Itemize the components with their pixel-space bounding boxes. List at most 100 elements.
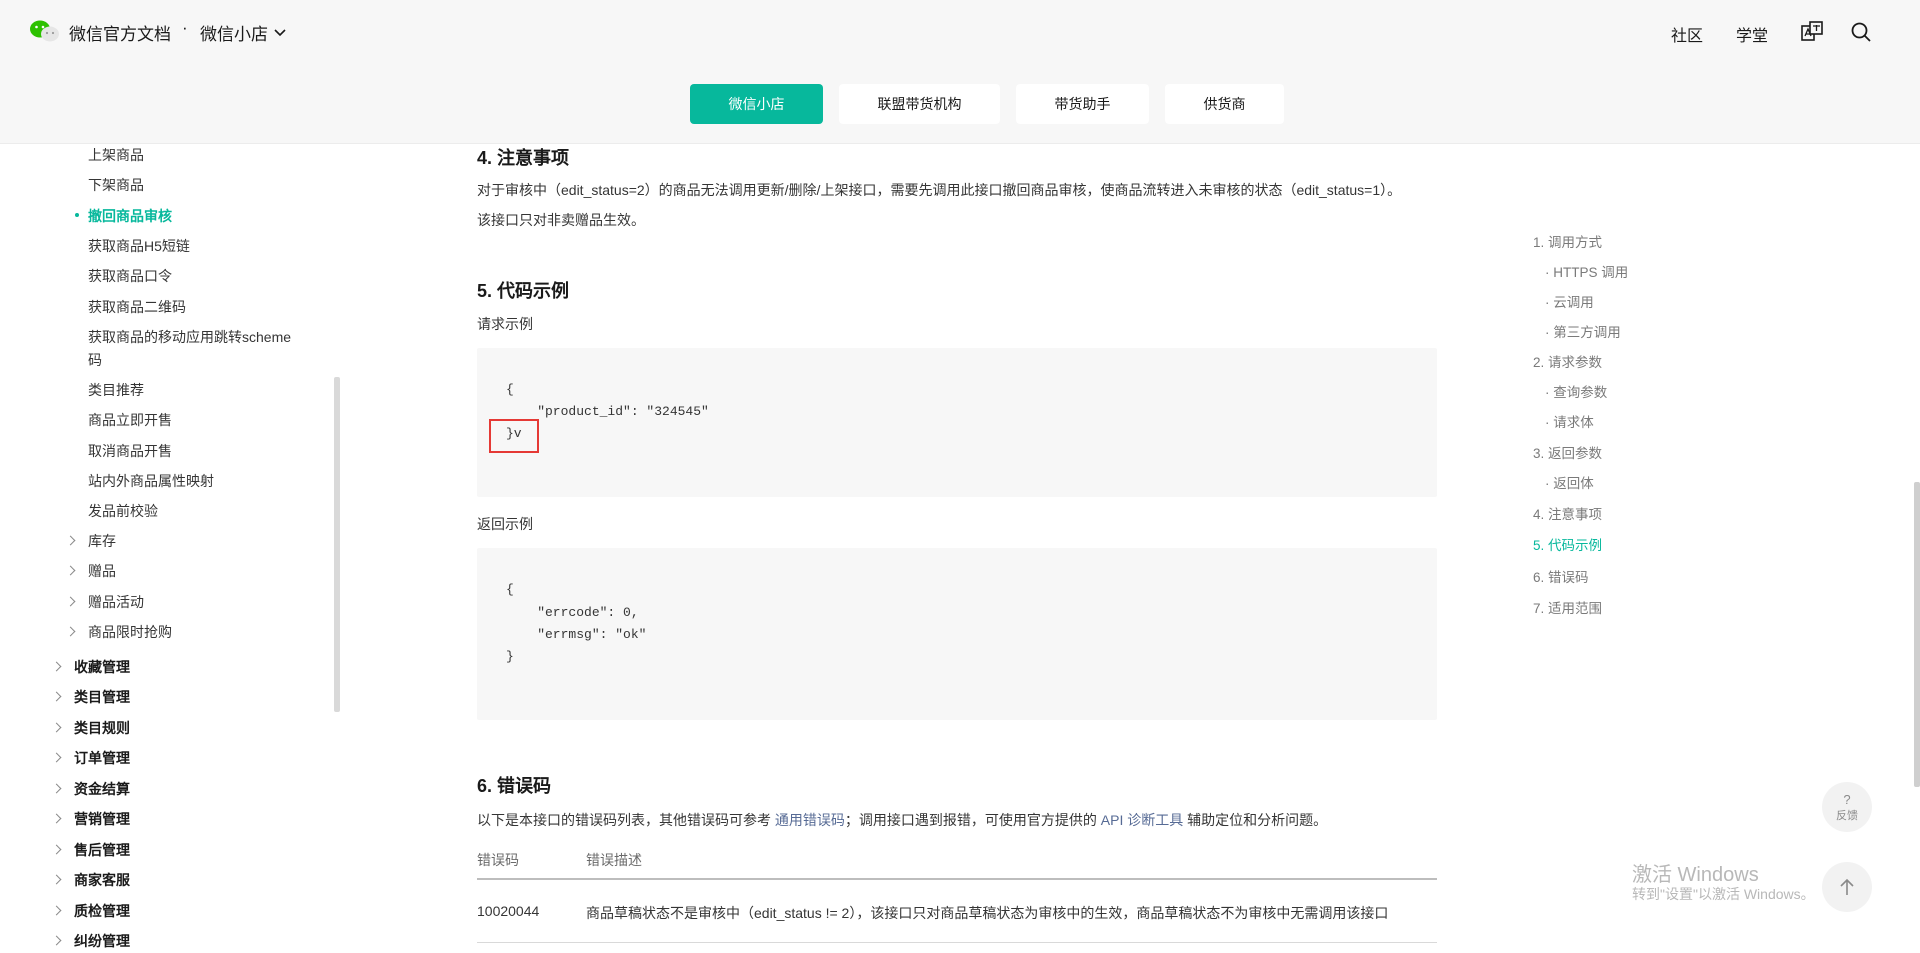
toc-item[interactable]: · 第三方调用 [1545, 321, 1621, 341]
windows-activation-title: 激活 Windows [1632, 864, 1759, 886]
tab-supplier[interactable]: 供货商 [1165, 84, 1284, 124]
nav-academy[interactable]: 学堂 [1736, 22, 1768, 46]
sidebar-item-attr-mapping[interactable]: 站内外商品属性映射 [88, 471, 214, 491]
code-line: "errmsg": "ok" [506, 627, 647, 642]
sidebar-item-scheme-cont[interactable]: 码 [88, 350, 102, 370]
toc-item-active[interactable]: 5. 代码示例 [1533, 534, 1602, 554]
response-example-label: 返回示例 [477, 516, 533, 532]
sidebar-item-orders[interactable]: 订单管理 [74, 748, 130, 768]
sidebar-item-category-recommend[interactable]: 类目推荐 [88, 380, 144, 400]
table-header-desc: 错误描述 [586, 852, 642, 868]
sidebar-item-gift[interactable]: 赠品 [88, 561, 116, 581]
windows-activation-subtitle: 转到"设置"以激活 Windows。 [1632, 886, 1815, 902]
section-errors-title: 6. 错误码 [477, 776, 552, 796]
brand-title[interactable]: 微信官方文档 [69, 20, 171, 45]
section-code-title: 5. 代码示例 [477, 281, 570, 301]
sidebar-item-dispute[interactable]: 纠纷管理 [74, 931, 130, 951]
feedback-label: 反馈 [1836, 809, 1858, 822]
top-header: 微信官方文档 · 微信小店 社区 学堂 [0, 0, 1920, 63]
request-example-label: 请求示例 [477, 316, 533, 332]
toc-item[interactable]: 6. 错误码 [1533, 566, 1589, 586]
code-line: "errcode": 0, [506, 605, 639, 620]
brand-separator: · [182, 18, 188, 37]
table-header-code: 错误码 [477, 852, 519, 868]
chevron-right-icon [65, 596, 76, 607]
search-icon[interactable] [1849, 20, 1873, 44]
notes-paragraph-1: 对于审核中（edit_status=2）的商品无法调用更新/删除/上架接口，需要… [477, 182, 1402, 198]
sidebar-item-category-rules[interactable]: 类目规则 [74, 718, 130, 738]
toc-item[interactable]: · HTTPS 调用 [1545, 261, 1628, 281]
toc-item[interactable]: 2. 请求参数 [1533, 351, 1602, 371]
chevron-right-icon [51, 691, 62, 702]
request-code-block[interactable]: { "product_id": "324545" }v [477, 348, 1437, 497]
errors-intro: 以下是本接口的错误码列表，其他错误码可参考 通用错误码；调用接口遇到报错，可使用… [477, 810, 1327, 830]
toc-item[interactable]: · 请求体 [1545, 411, 1594, 431]
chevron-right-icon [51, 905, 62, 916]
sidebar-item-flash-sale[interactable]: 商品限时抢购 [88, 622, 172, 642]
product-switcher[interactable]: 微信小店 [200, 20, 286, 45]
nav-community[interactable]: 社区 [1671, 22, 1703, 46]
sidebar-item-stock[interactable]: 库存 [88, 531, 116, 551]
translate-icon[interactable] [1800, 20, 1824, 44]
table-header-divider [477, 878, 1437, 880]
chevron-right-icon [65, 626, 76, 637]
sidebar-item-favorites[interactable]: 收藏管理 [74, 657, 130, 677]
sidebar-item-gift-activity[interactable]: 赠品活动 [88, 592, 144, 612]
table-cell-desc: 商品草稿状态不是审核中（edit_status != 2），该接口只对商品草稿状… [586, 905, 1389, 921]
api-diagnostic-tool-link[interactable]: API 诊断工具 [1101, 812, 1183, 828]
chevron-down-icon [274, 28, 286, 36]
common-error-codes-link[interactable]: 通用错误码 [775, 812, 845, 828]
errors-intro-text: ；调用接口遇到报错，可使用官方提供的 [844, 812, 1101, 828]
toc-item[interactable]: · 返回体 [1545, 472, 1594, 492]
table-row-divider [477, 942, 1437, 943]
sidebar-item-list-product[interactable]: 上架商品 [88, 145, 144, 165]
chevron-right-icon [51, 813, 62, 824]
chevron-right-icon [51, 722, 62, 733]
wechat-logo-icon[interactable] [29, 19, 61, 43]
notes-paragraph-2: 该接口只对非卖赠品生效。 [477, 212, 645, 228]
sidebar-item-customer-service[interactable]: 商家客服 [74, 870, 130, 890]
section-notes-title: 4. 注意事项 [477, 148, 570, 168]
sidebar-item-settlement[interactable]: 资金结算 [74, 779, 130, 799]
chevron-right-icon [65, 565, 76, 576]
active-dot-icon [75, 213, 79, 217]
product-label: 微信小店 [200, 25, 268, 44]
tab-alliance-agency[interactable]: 联盟带货机构 [839, 84, 1000, 124]
code-line: { [506, 582, 514, 597]
errors-intro-text: 辅助定位和分析问题。 [1183, 812, 1328, 828]
back-to-top-button[interactable] [1822, 862, 1872, 912]
table-cell-code: 10020044 [477, 903, 540, 919]
toc-item[interactable]: · 查询参数 [1545, 381, 1607, 401]
chevron-right-icon [51, 935, 62, 946]
tab-wechat-shop[interactable]: 微信小店 [690, 84, 823, 124]
sidebar-nav: 上架商品 下架商品 撤回商品审核 获取商品H5短链 获取商品口令 获取商品二维码… [0, 144, 340, 953]
sidebar-item-withdraw-audit[interactable]: 撤回商品审核 [88, 206, 172, 226]
sidebar-scrollbar[interactable] [334, 377, 340, 712]
toc-item[interactable]: 1. 调用方式 [1533, 231, 1602, 251]
tab-sales-assistant[interactable]: 带货助手 [1016, 84, 1149, 124]
toc-item[interactable]: 3. 返回参数 [1533, 442, 1602, 462]
sidebar-item-cancel-sale[interactable]: 取消商品开售 [88, 441, 172, 461]
arrow-up-icon [1840, 878, 1854, 895]
response-code-block[interactable]: { "errcode": 0, "errmsg": "ok" } [477, 548, 1437, 720]
sidebar-item-category-mgmt[interactable]: 类目管理 [74, 687, 130, 707]
sidebar-item-marketing[interactable]: 营销管理 [74, 809, 130, 829]
sidebar-item-aftersale[interactable]: 售后管理 [74, 840, 130, 860]
sidebar-item-h5-link[interactable]: 获取商品H5短链 [88, 236, 190, 256]
sidebar-item-password[interactable]: 获取商品口令 [88, 266, 172, 286]
chevron-right-icon [51, 752, 62, 763]
sidebar-item-start-sale[interactable]: 商品立即开售 [88, 410, 172, 430]
chevron-right-icon [51, 783, 62, 794]
highlight-annotation-box [489, 419, 539, 453]
sidebar-item-qrcode[interactable]: 获取商品二维码 [88, 297, 186, 317]
toc-item[interactable]: 4. 注意事项 [1533, 503, 1602, 523]
sidebar-item-quality[interactable]: 质检管理 [74, 901, 130, 921]
chevron-right-icon [51, 844, 62, 855]
sidebar-item-scheme[interactable]: 获取商品的移动应用跳转scheme [88, 327, 291, 347]
toc-item[interactable]: · 云调用 [1545, 291, 1594, 311]
feedback-button[interactable]: ? 反馈 [1822, 782, 1872, 832]
sidebar-item-delist-product[interactable]: 下架商品 [88, 175, 144, 195]
toc-item[interactable]: 7. 适用范围 [1533, 597, 1602, 617]
page-scrollbar[interactable] [1914, 482, 1920, 787]
sidebar-item-precheck[interactable]: 发品前校验 [88, 501, 158, 521]
